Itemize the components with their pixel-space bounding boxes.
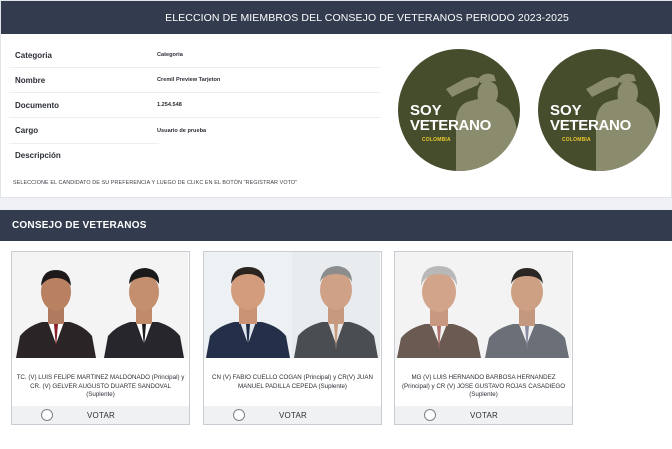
candidate-card: CN (V) FABIO CUELLO COGAN (Principal) y …	[203, 251, 382, 425]
instructions-text: SELECCIONE EL CANDIDATO DE SU PREFERENCI…	[13, 180, 298, 186]
info-row-cargo: Cargo Usuario de prueba	[9, 118, 381, 144]
vote-bar: VOTAR	[204, 406, 381, 424]
info-value: Categoria	[157, 52, 183, 58]
info-value: Cremil Preview Tarjeton	[157, 77, 221, 83]
vote-radio[interactable]	[424, 409, 436, 421]
principal-photo	[12, 252, 100, 358]
logo-veterano-text: VETERANO	[410, 117, 491, 134]
voter-info-table: Categoria Categoria Nombre Cremil Previe…	[9, 43, 381, 168]
ballot-info-panel: ELECCION DE MIEMBROS DEL CONSEJO DE VETE…	[0, 0, 672, 198]
candidate-names: CN (V) FABIO CUELLO COGAN (Principal) y …	[212, 374, 373, 390]
info-label: Cargo	[15, 126, 39, 135]
voting-page: ELECCION DE MIEMBROS DEL CONSEJO DE VETE…	[0, 0, 672, 449]
soy-veterano-logo: SOY VETERANO COLOMBIA	[538, 49, 660, 171]
info-value: Usuario de prueba	[157, 127, 207, 134]
candidate-photos	[204, 252, 381, 358]
logo-colombia-text: COLOMBIA	[562, 137, 591, 143]
info-row-descripcion: Descripción	[9, 143, 381, 168]
candidate-card: MG (V) LUIS HERNANDO BARBOSA HERNANDEZ (…	[394, 251, 573, 425]
candidate-names: MG (V) LUIS HERNANDO BARBOSA HERNANDEZ (…	[401, 374, 566, 399]
suplente-photo	[483, 252, 571, 358]
principal-photo	[395, 252, 483, 358]
info-value: 1.254.548	[157, 102, 182, 108]
logo-colombia-text: COLOMBIA	[422, 137, 451, 143]
info-row-nombre: Nombre Cremil Preview Tarjeton	[9, 68, 381, 93]
info-label: Categoria	[15, 50, 52, 60]
logo-soy-text: SOY	[550, 102, 582, 119]
soy-veterano-logo: SOY VETERANO COLOMBIA	[398, 49, 520, 171]
candidate-photos	[395, 252, 572, 358]
principal-photo	[204, 252, 292, 358]
vote-label[interactable]: VOTAR	[87, 411, 115, 420]
suplente-photo	[292, 252, 380, 358]
page-title: ELECCION DE MIEMBROS DEL CONSEJO DE VETE…	[1, 1, 672, 34]
logo-veterano-text: VETERANO	[550, 117, 631, 134]
info-label: Descripción	[15, 151, 61, 160]
info-label: Nombre	[15, 75, 46, 85]
info-row-documento: Documento 1.254.548	[9, 93, 381, 118]
info-row-categoria: Categoria Categoria	[9, 43, 381, 68]
vote-radio[interactable]	[41, 409, 53, 421]
section-title: CONSEJO DE VETERANOS	[0, 210, 672, 241]
vote-label[interactable]: VOTAR	[470, 411, 498, 420]
vote-bar: VOTAR	[395, 406, 572, 424]
candidate-names: TC. (V) LUIS FELIPE MARTINEZ MALDONADO (…	[16, 374, 185, 399]
vote-radio[interactable]	[233, 409, 245, 421]
info-label: Documento	[15, 100, 59, 110]
candidates-panel: TC. (V) LUIS FELIPE MARTINEZ MALDONADO (…	[0, 241, 672, 449]
candidate-photos	[12, 252, 189, 358]
vote-bar: VOTAR	[12, 406, 189, 424]
logo-soy-text: SOY	[410, 102, 442, 119]
suplente-photo	[100, 252, 188, 358]
vote-label[interactable]: VOTAR	[279, 411, 307, 420]
candidate-card: TC. (V) LUIS FELIPE MARTINEZ MALDONADO (…	[11, 251, 190, 425]
